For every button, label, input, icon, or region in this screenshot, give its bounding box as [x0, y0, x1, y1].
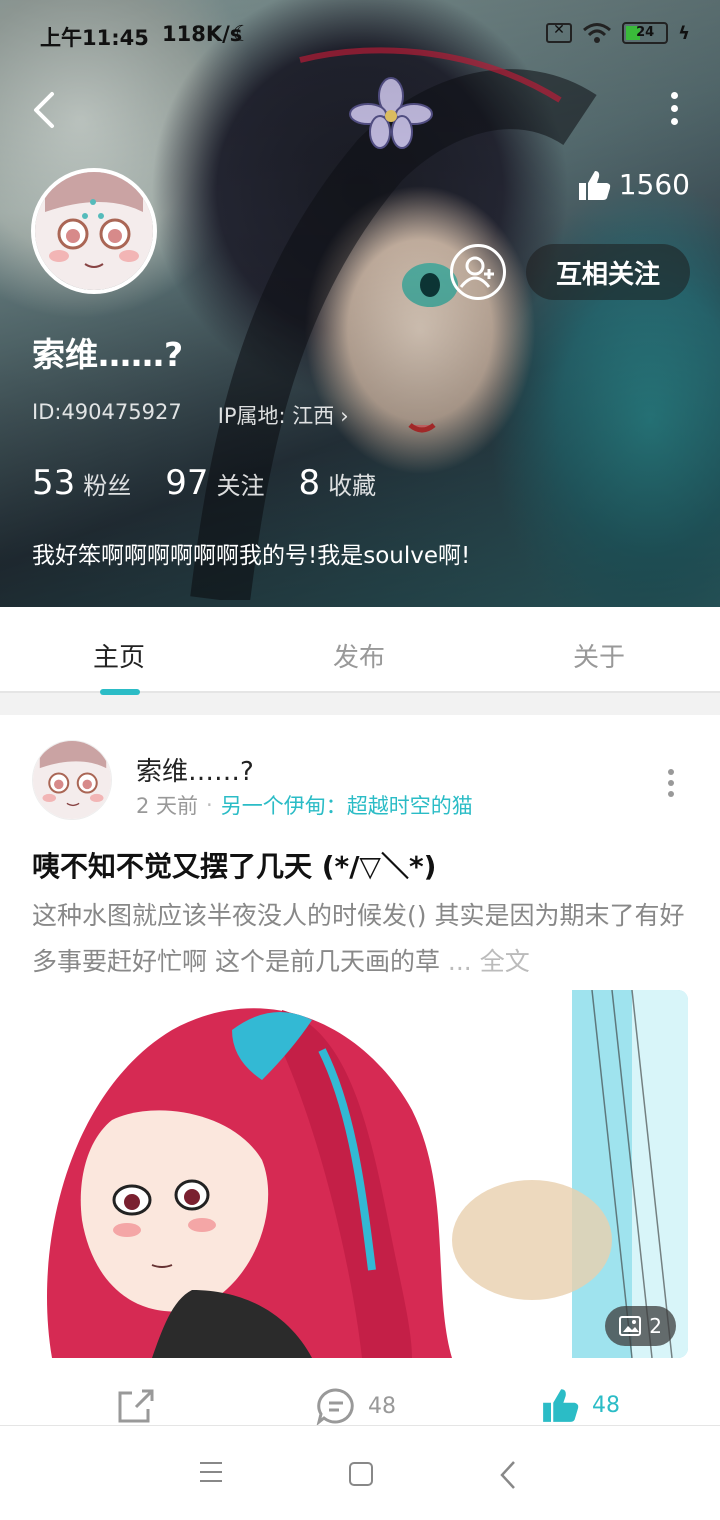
post-card[interactable]: 索维……? 2 天前 · 另一个伊甸：超越时空的猫 咦不知不觉又摆了几天 (*/…	[0, 715, 720, 1427]
tab-home[interactable]: 主页	[93, 637, 145, 674]
cover-shade	[0, 0, 720, 607]
user-stats: 53 粉丝 97 关注 8 收藏	[32, 463, 376, 503]
like-button[interactable]: 48	[540, 1387, 620, 1423]
charging-icon: ϟ	[678, 22, 690, 44]
stat-value: 8	[298, 463, 321, 503]
image-count: 2	[649, 1314, 662, 1338]
user-bio: 我好笨啊啊啊啊啊啊我的号!我是soulve啊!	[32, 543, 471, 569]
stat-label: 关注	[216, 472, 265, 500]
no-sim-icon	[546, 22, 573, 43]
post-body-text: 这种水图就应该半夜没人的时候发() 其实是因为期末了有好多事要赶好忙啊 这个是前…	[32, 901, 685, 976]
tab-about[interactable]: 关于	[573, 637, 625, 674]
nav-back-icon[interactable]	[498, 1460, 518, 1490]
network-speed: 118K/s	[162, 22, 243, 46]
recent-apps-icon[interactable]	[200, 1462, 222, 1489]
post-more-icon[interactable]	[668, 769, 676, 802]
likes-counter: 1560	[577, 168, 690, 201]
stat-value: 53	[32, 463, 76, 503]
post-time: 2 天前	[136, 794, 199, 818]
add-friend-button[interactable]	[450, 244, 506, 300]
ip-location-label: IP属地: 江西	[217, 404, 335, 428]
stat-favorites[interactable]: 8 收藏	[299, 463, 377, 503]
image-count-badge: 2	[605, 1306, 676, 1346]
stat-value: 97	[165, 463, 209, 503]
do-not-disturb-icon: ☾	[232, 22, 252, 47]
active-tab-indicator	[100, 689, 140, 695]
post-topic-link[interactable]: 另一个伊甸：超越时空的猫	[221, 790, 473, 820]
post-image[interactable]: 2	[32, 990, 688, 1358]
status-bar: 上午11:45 118K/s ☾ 24 ϟ	[0, 0, 720, 70]
like-count: 48	[592, 1392, 620, 1418]
likes-count: 1560	[618, 168, 690, 201]
status-time: 上午11:45	[40, 26, 149, 50]
stat-followers[interactable]: 53 粉丝	[32, 463, 131, 503]
post-author-avatar[interactable]	[32, 740, 112, 820]
stat-label: 收藏	[328, 472, 377, 500]
system-nav-bar	[0, 1425, 720, 1520]
post-artwork	[32, 990, 688, 1358]
post-title: 咦不知不觉又摆了几天 (*/▽＼*)	[32, 850, 437, 883]
profile-cover	[0, 0, 720, 607]
chevron-right-icon: ›	[340, 404, 349, 428]
stat-following[interactable]: 97 关注	[165, 463, 264, 503]
user-avatar[interactable]	[31, 168, 157, 294]
home-icon[interactable]	[349, 1462, 373, 1486]
ip-location[interactable]: IP属地: 江西 ›	[218, 400, 349, 430]
mutual-follow-button[interactable]: 互相关注	[526, 244, 690, 300]
battery-level: 24	[636, 25, 655, 40]
read-full-text-link[interactable]: 全文	[480, 947, 530, 976]
tab-posts[interactable]: 发布	[333, 637, 385, 674]
wifi-icon	[583, 23, 612, 43]
share-icon	[118, 1389, 154, 1423]
comment-icon	[316, 1388, 354, 1425]
stat-label: 粉丝	[83, 472, 132, 500]
back-arrow-icon[interactable]	[26, 88, 66, 132]
user-meta: ID:490475927 IP属地: 江西 ›	[32, 400, 349, 430]
comment-button[interactable]: 48	[316, 1387, 396, 1425]
post-actions: 48 48	[0, 1375, 720, 1427]
post-ellipsis: ...	[447, 947, 472, 976]
status-icons: 24 ϟ	[546, 22, 690, 44]
thumbs-up-icon	[577, 169, 611, 201]
thumbs-up-icon	[543, 1389, 579, 1422]
user-name: 索维……?	[32, 335, 184, 374]
gallery-icon	[619, 1316, 642, 1336]
share-button[interactable]	[116, 1387, 156, 1423]
meta-separator: ·	[206, 793, 213, 817]
add-user-icon	[459, 256, 494, 288]
profile-tabs: 主页 发布 关于	[0, 607, 720, 695]
battery-icon: 24	[622, 22, 669, 44]
user-id: ID:490475927	[32, 400, 182, 424]
more-options-icon[interactable]	[666, 92, 682, 128]
post-meta: 2 天前 · 另一个伊甸：超越时空的猫	[136, 790, 473, 820]
post-body: 这种水图就应该半夜没人的时候发() 其实是因为期末了有好多事要赶好忙啊 这个是前…	[32, 893, 688, 985]
comment-count: 48	[368, 1393, 396, 1419]
post-author-name[interactable]: 索维……?	[136, 751, 254, 788]
